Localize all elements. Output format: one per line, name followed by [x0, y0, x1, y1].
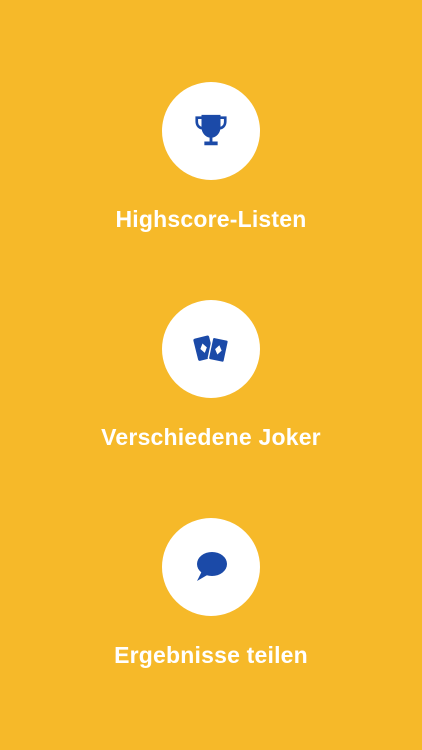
feature-joker: Verschiedene Joker — [0, 300, 422, 480]
icon-circle — [162, 518, 260, 616]
icon-circle — [162, 82, 260, 180]
feature-label: Highscore-Listen — [115, 206, 307, 232]
features-screen: Highscore-Listen Verschiedene Joker Erge… — [0, 0, 422, 750]
feature-label: Ergebnisse teilen — [114, 642, 308, 668]
speech-bubble-icon — [197, 552, 227, 581]
feature-share: Ergebnisse teilen — [0, 518, 422, 698]
trophy-icon — [195, 114, 227, 146]
feature-highscore: Highscore-Listen — [0, 82, 422, 262]
feature-label: Verschiedene Joker — [101, 424, 321, 450]
icon-circle — [162, 300, 260, 398]
cards-icon — [193, 335, 230, 364]
